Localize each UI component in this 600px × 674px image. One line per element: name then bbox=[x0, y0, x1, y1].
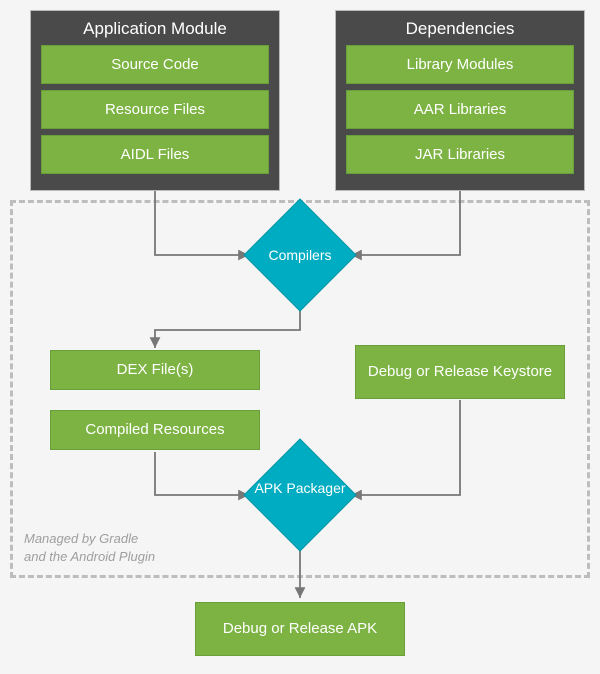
dex-files-box: DEX File(s) bbox=[50, 350, 260, 390]
dependencies-item: Library Modules bbox=[346, 45, 574, 84]
app-module-item: AIDL Files bbox=[41, 135, 269, 174]
compiled-resources-label: Compiled Resources bbox=[85, 420, 224, 440]
compiled-resources-box: Compiled Resources bbox=[50, 410, 260, 450]
output-apk-label: Debug or Release APK bbox=[223, 619, 377, 639]
dependencies-box: Dependencies Library Modules AAR Librari… bbox=[335, 10, 585, 191]
keystore-label: Debug or Release Keystore bbox=[368, 362, 552, 382]
gradle-note: Managed by Gradle and the Android Plugin bbox=[24, 530, 155, 566]
app-module-item: Source Code bbox=[41, 45, 269, 84]
keystore-box: Debug or Release Keystore bbox=[355, 345, 565, 399]
output-apk-box: Debug or Release APK bbox=[195, 602, 405, 656]
app-module-item: Resource Files bbox=[41, 90, 269, 129]
dependencies-item: JAR Libraries bbox=[346, 135, 574, 174]
application-module-box: Application Module Source Code Resource … bbox=[30, 10, 280, 191]
gradle-note-line2: and the Android Plugin bbox=[24, 548, 155, 566]
dependencies-title: Dependencies bbox=[346, 19, 574, 39]
application-module-title: Application Module bbox=[41, 19, 269, 39]
gradle-note-line1: Managed by Gradle bbox=[24, 530, 155, 548]
dependencies-item: AAR Libraries bbox=[346, 90, 574, 129]
dex-files-label: DEX File(s) bbox=[117, 360, 194, 380]
